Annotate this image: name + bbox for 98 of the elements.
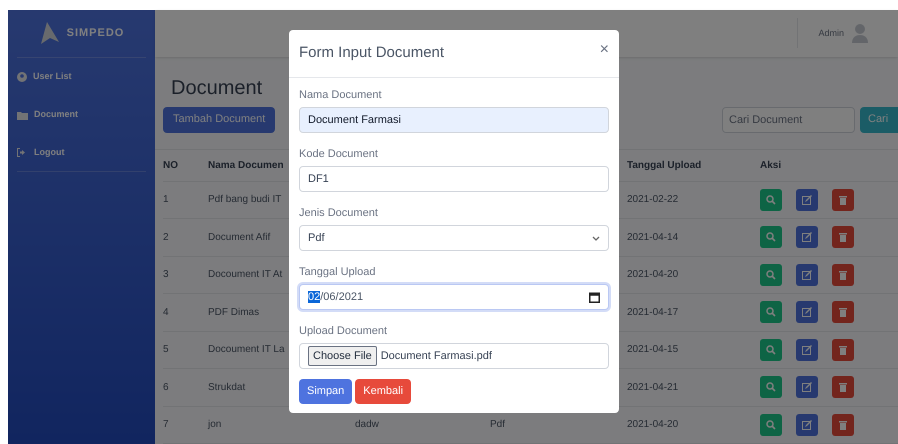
table-cell-text: 2021-02-22	[627, 193, 678, 208]
column-header: Nama Documen	[208, 158, 284, 172]
table-cell-text: Docoument IT At	[208, 268, 282, 282]
table-cell-text: 2021-04-20	[627, 418, 678, 432]
field-label: Kode Document	[299, 147, 378, 161]
chevron-down-icon	[592, 236, 600, 240]
column-header: Tanggal Upload	[627, 158, 702, 172]
field-label: Upload Document	[299, 324, 388, 338]
edit-button[interactable]	[796, 188, 818, 211]
close-button[interactable]: ×	[600, 38, 609, 62]
delete-button[interactable]	[832, 188, 854, 211]
view-button[interactable]	[760, 338, 782, 361]
table-cell-text: 6	[163, 380, 169, 395]
sidebar-item[interactable]: Document	[17, 96, 146, 134]
trash-icon	[839, 270, 847, 280]
delete-button[interactable]	[832, 414, 854, 436]
search-icon	[766, 194, 776, 205]
sidebar-item[interactable]: User List	[17, 58, 146, 96]
file-field[interactable]: Choose File Document Farmasi.pdf	[299, 343, 609, 369]
view-button[interactable]	[760, 226, 782, 248]
table-cell-text: jon	[208, 418, 222, 432]
table-cell-text: 2021-04-15	[627, 343, 678, 358]
user-name: Admin	[818, 26, 844, 40]
table-cell-text: Pdf bang budi IT	[208, 193, 282, 208]
edit-button[interactable]	[796, 338, 818, 361]
table-cell-text: Document Afif	[208, 230, 270, 245]
folder-icon	[17, 110, 28, 120]
table-cell-text: PDF Dimas	[208, 306, 260, 320]
edit-icon	[802, 307, 812, 318]
column-header: Aksi	[760, 158, 782, 172]
edit-icon	[802, 194, 812, 205]
delete-button[interactable]	[832, 301, 854, 324]
delete-button[interactable]	[832, 264, 854, 286]
logo-icon	[38, 22, 59, 46]
edit-icon	[802, 232, 812, 242]
search-icon	[766, 270, 776, 280]
table-cell-text: dadw	[355, 418, 379, 432]
table-cell-text: 2021-04-20	[627, 268, 678, 282]
trash-icon	[839, 344, 847, 355]
search-icon	[766, 344, 776, 355]
date-field[interactable]: 02/06/2021	[299, 284, 609, 310]
table-cell-text: 2021-04-17	[627, 306, 678, 320]
search-icon	[766, 307, 776, 318]
search-icon	[766, 420, 776, 430]
delete-button[interactable]	[832, 338, 854, 361]
edit-icon	[802, 344, 812, 355]
input-field[interactable]: DF1	[299, 166, 609, 192]
delete-button[interactable]	[832, 376, 854, 398]
column-header: NO	[163, 158, 178, 172]
file-name: Document Farmasi.pdf	[380, 348, 492, 364]
users-icon	[17, 72, 27, 82]
trash-icon	[839, 194, 847, 205]
brand-name: SIMPEDO	[66, 26, 124, 42]
table-cell-text: 2021-04-21	[627, 380, 678, 395]
delete-button[interactable]	[832, 226, 854, 248]
search-icon	[766, 382, 776, 392]
field-label: Nama Document	[299, 88, 382, 102]
edit-button[interactable]	[796, 301, 818, 324]
table-cell-text: Strukdat	[208, 380, 246, 395]
table-cell-text: 3	[163, 268, 169, 282]
table-cell-text: Docoument IT La	[208, 343, 285, 358]
edit-icon	[802, 420, 812, 430]
table-cell-text: 5	[163, 343, 169, 358]
table-cell-text: 1	[163, 193, 169, 208]
table-cell-text: 2	[163, 230, 169, 245]
select-field[interactable]: Pdf	[299, 225, 609, 251]
table-cell-text: Pdf	[490, 418, 506, 432]
table-cell-text: 4	[163, 306, 169, 320]
edit-button[interactable]	[796, 414, 818, 436]
field-label: Jenis Document	[299, 206, 378, 220]
user-avatar-icon[interactable]	[852, 23, 868, 44]
edit-icon	[802, 382, 812, 392]
page-title: Document	[171, 76, 262, 100]
view-button[interactable]	[760, 264, 782, 286]
back-button[interactable]: Kembali	[355, 379, 412, 404]
input-field[interactable]: Document Farmasi	[299, 107, 609, 133]
table-cell-text: 7	[163, 418, 169, 432]
search-icon	[766, 232, 776, 242]
view-button[interactable]	[760, 414, 782, 436]
field-label: Tanggal Upload	[299, 265, 376, 279]
edit-icon	[802, 270, 812, 280]
table-cell-text: 2021-04-14	[627, 230, 678, 245]
view-button[interactable]	[760, 301, 782, 324]
save-button[interactable]: Simpan	[299, 379, 352, 404]
view-button[interactable]	[760, 376, 782, 398]
edit-button[interactable]	[796, 226, 818, 248]
edit-button[interactable]	[796, 376, 818, 398]
trash-icon	[839, 382, 847, 392]
search-field[interactable]: Cari Document	[722, 106, 855, 132]
edit-button[interactable]	[796, 264, 818, 286]
view-button[interactable]	[760, 188, 782, 211]
choose-file-button[interactable]: Choose File	[308, 346, 377, 366]
trash-icon	[839, 420, 847, 430]
dialog-title: Form Input Document	[299, 43, 444, 64]
trash-icon	[839, 232, 847, 242]
trash-icon	[839, 307, 847, 318]
add-document-button[interactable]: Tambah Document	[163, 106, 276, 132]
calendar-icon[interactable]	[589, 292, 600, 302]
